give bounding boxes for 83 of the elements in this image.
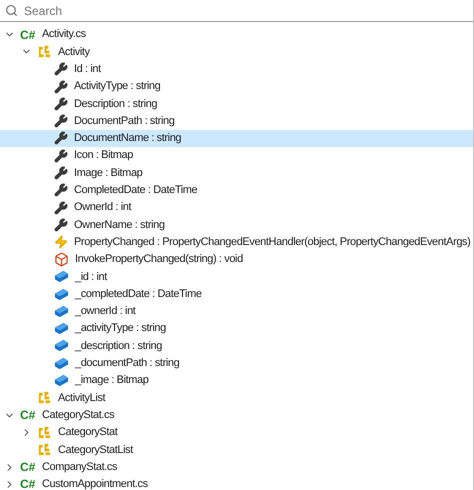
tree-item[interactable]: Activity bbox=[0, 43, 473, 61]
tree-item[interactable]: _image : Bitmap bbox=[0, 372, 473, 390]
tree-item[interactable]: C# CategoryStat.cs bbox=[0, 406, 473, 424]
field-icon bbox=[54, 286, 69, 302]
tree-item[interactable]: OwnerId : int bbox=[0, 198, 473, 216]
tree-item-label: Icon : Bitmap bbox=[74, 148, 133, 164]
tree-item-label: Id : int bbox=[74, 62, 101, 77]
tree-item-label: Activity bbox=[58, 44, 90, 60]
tree-item[interactable]: _completedDate : DateTime bbox=[0, 285, 473, 303]
tree-item-label: CategoryStatList bbox=[58, 442, 133, 458]
tree-item[interactable]: Image : Bitmap bbox=[0, 164, 473, 182]
wrench-icon bbox=[54, 131, 68, 146]
tree-item-label: InvokePropertyChanged(string) : void bbox=[75, 252, 243, 268]
tree-item[interactable]: ActivityType : string bbox=[0, 78, 473, 96]
class-icon bbox=[37, 424, 52, 440]
field-icon bbox=[54, 338, 69, 354]
csharp-file-icon: C# bbox=[20, 28, 36, 41]
search-field[interactable]: Search bbox=[24, 2, 468, 20]
tree-item[interactable]: DocumentName : string bbox=[0, 130, 473, 148]
tree-item[interactable]: CategoryStatList bbox=[0, 441, 473, 458]
field-icon bbox=[54, 321, 69, 336]
wrench-icon bbox=[54, 218, 68, 232]
tree-item[interactable]: PropertyChanged : PropertyChangedEventHandler(object, PropertyChangedEventArgs) bbox=[0, 234, 473, 251]
tree-item[interactable]: _documentPath : string bbox=[0, 354, 473, 372]
tree-item-label: _id : int bbox=[75, 270, 107, 285]
tree-item[interactable]: _id : int bbox=[0, 268, 473, 286]
tree-item-label: _documentPath : string bbox=[75, 356, 180, 372]
tree-item[interactable]: _ownerId : int bbox=[0, 302, 473, 320]
tree-item[interactable]: ActivityList bbox=[0, 389, 473, 407]
tree-item[interactable]: DocumentPath : string bbox=[0, 112, 473, 130]
tree-item[interactable]: C# CompanyStat.cs bbox=[0, 458, 473, 476]
lightning-icon bbox=[54, 235, 68, 250]
tree-item-label: ActivityList bbox=[58, 390, 106, 406]
field-icon bbox=[54, 373, 69, 388]
tree-item[interactable]: Icon : Bitmap bbox=[0, 147, 473, 164]
tree-item-label: CategoryStat bbox=[58, 425, 118, 440]
tree-item[interactable]: _activityType : string bbox=[0, 320, 473, 338]
tree-item-label: CategoryStat.cs bbox=[42, 408, 114, 423]
field-icon bbox=[54, 304, 69, 319]
tree-item-label: CompanyStat.cs bbox=[42, 460, 118, 475]
tree-item-label: OwnerId : int bbox=[74, 200, 132, 216]
tree-item[interactable]: _description : string bbox=[0, 337, 473, 355]
tree-item[interactable]: InvokePropertyChanged(string) : void bbox=[0, 250, 473, 268]
tree-item-label: PropertyChanged : PropertyChangedEventHandler(object, PropertyChangedEventArgs) bbox=[74, 234, 470, 250]
wrench-icon bbox=[54, 166, 68, 180]
cube-icon bbox=[54, 252, 69, 267]
csharp-file-icon: C# bbox=[20, 409, 36, 422]
tree-item[interactable]: CompletedDate : DateTime bbox=[0, 182, 473, 199]
field-icon bbox=[54, 356, 69, 371]
tree-item-label: DocumentPath : string bbox=[74, 114, 174, 129]
tree-item-label: DocumentName : string bbox=[74, 131, 182, 146]
tree-item-label: _activityType : string bbox=[75, 321, 166, 336]
csharp-file-icon: C# bbox=[20, 478, 36, 490]
tree-item-label: Description : string bbox=[74, 96, 158, 112]
wrench-icon bbox=[54, 183, 68, 198]
tree-item-label: _ownerId : int bbox=[75, 304, 136, 320]
wrench-icon bbox=[54, 200, 68, 215]
wrench-icon bbox=[54, 80, 68, 94]
tree-item[interactable]: CategoryStat bbox=[0, 424, 473, 442]
class-icon bbox=[37, 390, 52, 406]
tree-item-label: Image : Bitmap bbox=[74, 166, 142, 181]
wrench-icon bbox=[54, 96, 68, 111]
class-icon bbox=[37, 44, 52, 60]
tree-item-label: Activity.cs bbox=[42, 27, 86, 42]
tree-item[interactable]: C# CustomAppointment.cs bbox=[0, 476, 473, 490]
tree-item[interactable]: OwnerName : string bbox=[0, 216, 473, 234]
field-icon bbox=[54, 269, 69, 284]
tree-item-label: CustomAppointment.cs bbox=[42, 477, 148, 490]
wrench-icon bbox=[54, 62, 68, 76]
tree-item[interactable]: Description : string bbox=[0, 95, 473, 112]
tree-item-label: _description : string bbox=[75, 338, 162, 354]
csharp-file-icon: C# bbox=[20, 461, 36, 474]
tree-item-label: ActivityType : string bbox=[74, 79, 160, 94]
tree-item[interactable]: C# Activity.cs bbox=[0, 26, 473, 44]
tree-item-label: CompletedDate : DateTime bbox=[74, 183, 198, 198]
search-icon bbox=[5, 4, 18, 17]
tree-item-label: _image : Bitmap bbox=[75, 373, 148, 388]
class-icon bbox=[37, 442, 52, 458]
wrench-icon bbox=[54, 114, 68, 128]
tree-item[interactable]: Id : int bbox=[0, 60, 473, 78]
tree-item-label: OwnerName : string bbox=[74, 218, 165, 233]
wrench-icon bbox=[54, 148, 68, 163]
tree-item-label: _completedDate : DateTime bbox=[75, 286, 202, 302]
